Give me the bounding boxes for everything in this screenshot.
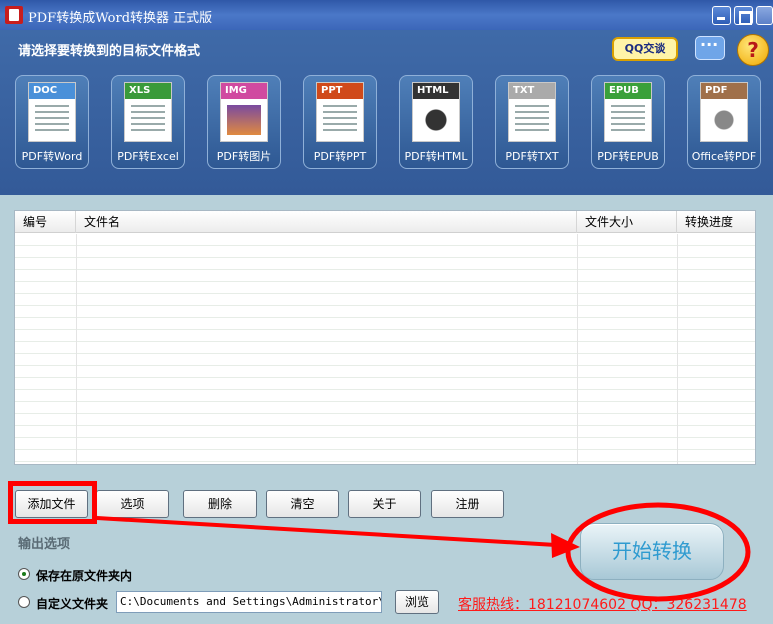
annotation-arrow-head: [551, 533, 580, 558]
annotation-overlay: [96, 502, 751, 602]
annotation-arrow-line: [96, 516, 557, 547]
annotation-ellipse: [565, 502, 751, 602]
